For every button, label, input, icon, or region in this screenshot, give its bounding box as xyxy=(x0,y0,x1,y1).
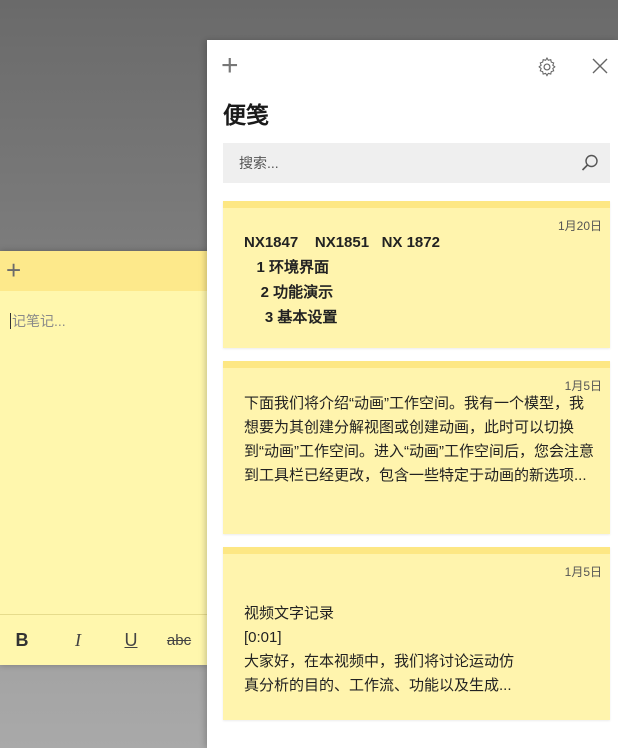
add-note-plus-icon[interactable]: + xyxy=(221,51,245,81)
note-preview: 视频文字记录 [0:01] 大家好，在本视频中，我们将讨论运动仿 真分析的目的、… xyxy=(244,602,596,698)
note-preview: NX1847 NX1851 NX 1872 1 环境界面 2 功能演示 3 基本… xyxy=(244,230,596,330)
note-preview: 下面我们将介绍“动画”工作空间。我有一个模型，我想要为其创建分解视图或创建动画，… xyxy=(244,395,594,484)
italic-button[interactable]: I xyxy=(68,630,88,651)
note-card-strip xyxy=(223,361,610,368)
note-line: 3 基本设置 xyxy=(244,309,338,326)
note-card-strip xyxy=(223,547,610,554)
close-icon[interactable] xyxy=(590,56,610,76)
note-date: 1月5日 xyxy=(564,565,602,579)
underline-button[interactable]: U xyxy=(121,630,141,651)
note-line: 1 环境界面 xyxy=(244,259,330,276)
note-line: 2 功能演示 xyxy=(244,284,334,301)
search-input[interactable] xyxy=(237,154,561,172)
panel-title: 便笺 xyxy=(223,102,269,128)
note-editor-input[interactable]: 记笔记... xyxy=(10,311,66,331)
note-card[interactable]: 1月5日 下面我们将介绍“动画”工作空间。我有一个模型，我想要为其创建分解视图或… xyxy=(223,361,610,534)
search-icon[interactable] xyxy=(580,153,600,173)
search-box xyxy=(223,143,610,183)
sticky-notes-panel: + 便笺 1月20日 NX1847 NX1851 NX 1872 1 环境界面 … xyxy=(207,40,618,748)
note-line: NX1847 NX1851 NX 1872 xyxy=(244,234,440,251)
text-caret xyxy=(10,313,11,329)
note-editor-header: + xyxy=(0,251,208,291)
gear-icon[interactable] xyxy=(536,56,558,78)
note-line: 真分析的目的、工作流、功能以及生成... xyxy=(244,677,512,694)
note-line: 视频文字记录 xyxy=(244,605,335,622)
strikethrough-button[interactable]: abc xyxy=(161,632,197,649)
note-card-strip xyxy=(223,201,610,208)
formatting-toolbar: B I U abc xyxy=(0,614,208,665)
note-editor-placeholder: 记笔记... xyxy=(12,313,66,329)
note-card[interactable]: 1月20日 NX1847 NX1851 NX 1872 1 环境界面 2 功能演… xyxy=(223,201,610,348)
note-editor-window: + 记笔记... B I U abc xyxy=(0,251,208,665)
note-line: 大家好，在本视频中，我们将讨论运动仿 xyxy=(244,653,515,670)
new-note-plus-icon[interactable]: + xyxy=(6,257,28,283)
note-card[interactable]: 1月5日 视频文字记录 [0:01] 大家好，在本视频中，我们将讨论运动仿 真分… xyxy=(223,547,610,720)
note-line: [0:01] xyxy=(244,629,282,646)
bold-button[interactable]: B xyxy=(12,630,32,651)
